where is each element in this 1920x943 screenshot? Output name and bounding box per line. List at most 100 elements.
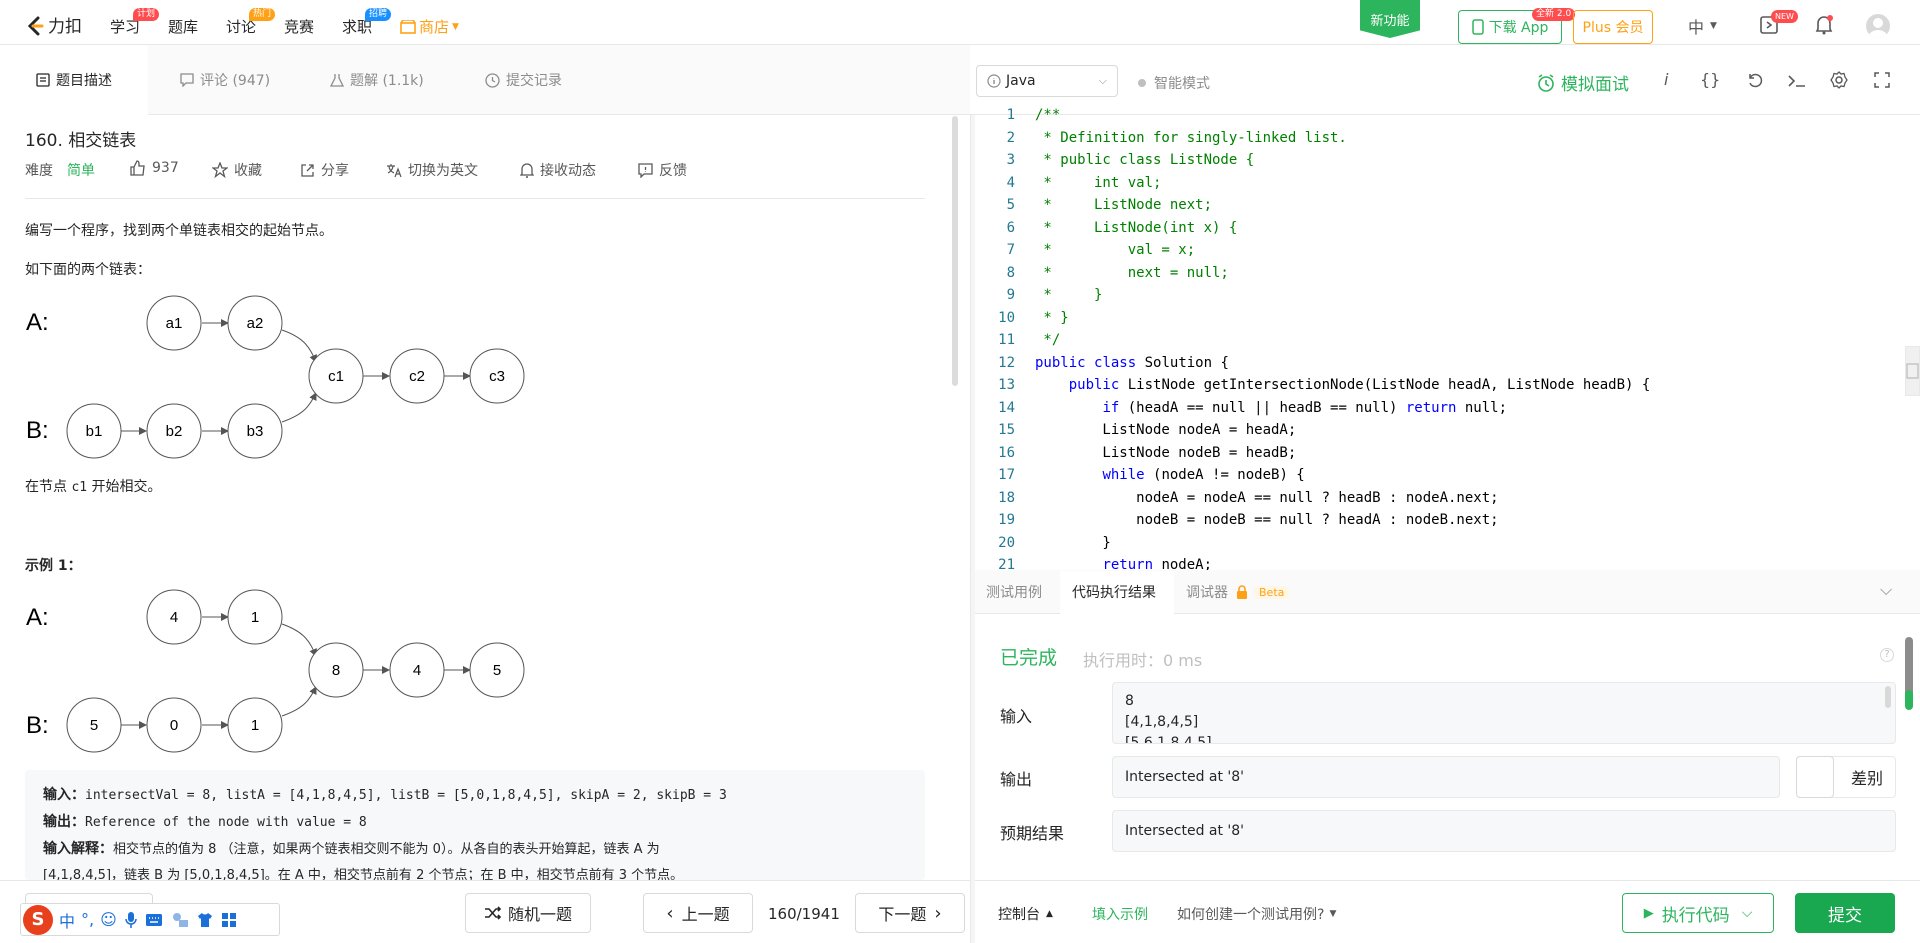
input-scrollbar[interactable] bbox=[1885, 686, 1891, 708]
node-c1: c1 bbox=[308, 348, 364, 404]
collapse-chevron-icon[interactable]: ⌵ bbox=[1880, 580, 1892, 600]
code-line[interactable]: ListNode nodeB = headB; bbox=[1035, 445, 1296, 461]
code-line[interactable]: * public class ListNode { bbox=[1035, 152, 1254, 168]
code-line[interactable]: /** bbox=[1035, 107, 1060, 123]
brand-name: 力扣 bbox=[48, 17, 82, 37]
tab-testcase[interactable]: 测试用例 bbox=[986, 582, 1042, 602]
code-line[interactable]: public class Solution { bbox=[1035, 355, 1229, 371]
code-line[interactable]: while (nodeA != nodeB) { bbox=[1035, 467, 1304, 483]
example-explain-1: 相交节点的值为 8 （注意，如果两个链表相交则不能为 0）。从各自的表头开始算起… bbox=[113, 842, 660, 857]
input-label: 输入 bbox=[1000, 707, 1033, 726]
diff-switch-knob[interactable] bbox=[1796, 756, 1834, 798]
help-question-icon[interactable]: ? bbox=[1880, 648, 1894, 662]
nav-link-problems[interactable]: 题库 bbox=[168, 16, 198, 37]
console-toggle[interactable]: 控制台 ▲ bbox=[998, 904, 1053, 924]
skin-shirt-icon[interactable] bbox=[197, 912, 213, 928]
random-problem-button[interactable]: 随机一题 bbox=[465, 893, 591, 933]
code-line[interactable]: nodeA = nodeA == null ? headB : nodeA.ne… bbox=[1035, 490, 1498, 506]
how-to-create-testcase[interactable]: 如何创建一个测试用例? ▼ bbox=[1177, 904, 1336, 924]
handwriting-icon[interactable] bbox=[171, 912, 189, 928]
feedback-button[interactable]: 反馈 bbox=[638, 160, 687, 180]
plus-member-button[interactable]: Plus 会员 bbox=[1573, 10, 1653, 44]
code-line[interactable]: * ListNode(int x) { bbox=[1035, 220, 1237, 236]
mock-interview-button[interactable]: 模拟面试 bbox=[1537, 70, 1629, 95]
nav-link-contest[interactable]: 竞赛 bbox=[284, 16, 314, 37]
linked-list-diagram-2: A: B: 4 1 5 0 1 8 4 5 bbox=[26, 589, 525, 753]
toolbox-grid-icon[interactable] bbox=[221, 912, 237, 928]
code-line[interactable]: * val = x; bbox=[1035, 242, 1195, 258]
brand-logo[interactable]: 力扣 bbox=[24, 12, 82, 37]
code-line[interactable]: * int val; bbox=[1035, 175, 1161, 191]
sogou-logo-icon[interactable]: S bbox=[23, 904, 53, 935]
braces-format-icon[interactable]: {} bbox=[1700, 70, 1720, 89]
line-number: 11 bbox=[998, 332, 1015, 348]
mock-interview-label: 模拟面试 bbox=[1561, 75, 1629, 95]
language-select[interactable]: Java ⌵ bbox=[976, 65, 1118, 97]
reset-undo-icon[interactable] bbox=[1746, 72, 1764, 88]
keyboard-icon[interactable] bbox=[145, 913, 163, 927]
tab-run-result[interactable]: 代码执行结果 bbox=[1072, 582, 1156, 602]
prev-problem-button[interactable]: ‹ 上一题 bbox=[643, 893, 753, 933]
switch-language-button[interactable]: 切换为英文 bbox=[386, 160, 478, 180]
tab-debugger[interactable]: 调试器 Beta bbox=[1186, 582, 1290, 602]
next-problem-button[interactable]: 下一题 › bbox=[855, 893, 965, 933]
code-line[interactable]: public ListNode getIntersectionNode(List… bbox=[1035, 377, 1651, 393]
code-line[interactable]: * Definition for singly-linked list. bbox=[1035, 130, 1346, 146]
tab-submissions[interactable]: 提交记录 bbox=[485, 45, 562, 115]
input-box[interactable]: 8 [4,1,8,4,5] [5,6,1,8,4,5] bbox=[1112, 682, 1896, 744]
code-line[interactable]: * next = null; bbox=[1035, 265, 1228, 281]
example-explain-2: [4,1,8,4,5]，链表 B 为 [5,0,1,8,4,5]。在 A 中，相… bbox=[43, 868, 684, 880]
info-i-icon[interactable]: i bbox=[1664, 70, 1668, 89]
code-line[interactable]: * } bbox=[1035, 310, 1068, 326]
code-line[interactable]: */ bbox=[1035, 332, 1060, 348]
smart-mode-toggle[interactable]: 智能模式 bbox=[1138, 73, 1210, 93]
share-button[interactable]: 分享 bbox=[300, 160, 349, 180]
punctuation-icon[interactable]: °, bbox=[81, 910, 94, 929]
svg-text:5: 5 bbox=[90, 717, 98, 734]
svg-text:c3: c3 bbox=[489, 368, 505, 385]
fullscreen-icon[interactable] bbox=[1874, 72, 1890, 88]
new-badge: NEW bbox=[1771, 10, 1798, 23]
emoji-icon[interactable]: ☺ bbox=[100, 910, 117, 929]
code-line[interactable]: if (headA == null || headB == null) retu… bbox=[1035, 400, 1507, 416]
tab-solutions[interactable]: 题解 (1.1k) bbox=[330, 45, 424, 115]
problem-statement: 编写一个程序，找到两个单链表相交的起始节点。 bbox=[25, 223, 333, 239]
svg-text:8: 8 bbox=[332, 662, 340, 679]
lock-icon bbox=[1237, 585, 1247, 599]
submit-button[interactable]: 提交 bbox=[1795, 893, 1895, 933]
description-scrollbar[interactable] bbox=[952, 116, 958, 386]
code-editor[interactable]: 1 /** 2 * Definition for singly-linked lis… bbox=[975, 105, 1905, 570]
bell-icon[interactable] bbox=[1815, 15, 1833, 39]
ime-chinese-mode[interactable]: 中 bbox=[59, 908, 75, 932]
code-line[interactable]: * } bbox=[1035, 287, 1102, 303]
tab-comments[interactable]: 评论 (947) bbox=[180, 45, 270, 115]
example-explain-label: 输入解释： bbox=[43, 841, 113, 857]
nav-store[interactable]: 商店 ▼ bbox=[400, 16, 459, 37]
collect-button[interactable]: 收藏 bbox=[212, 160, 262, 180]
like-button[interactable]: 937 bbox=[130, 160, 179, 176]
code-line[interactable]: * ListNode next; bbox=[1035, 197, 1212, 213]
tab-description[interactable]: 题目描述 bbox=[0, 45, 148, 115]
language-switch[interactable]: 中 ▼ bbox=[1688, 14, 1717, 38]
code-line[interactable]: return nodeA; bbox=[1035, 557, 1212, 570]
line-number: 13 bbox=[998, 377, 1015, 393]
line-number: 4 bbox=[1006, 174, 1015, 191]
code-line[interactable]: nodeB = nodeB == null ? headA : nodeB.ne… bbox=[1035, 512, 1498, 528]
svg-text:0: 0 bbox=[170, 717, 178, 734]
side-panel-toggle[interactable] bbox=[1905, 346, 1920, 396]
subscribe-button[interactable]: 接收动态 bbox=[520, 160, 596, 180]
settings-gear-icon[interactable] bbox=[1830, 71, 1848, 89]
microphone-icon[interactable] bbox=[125, 911, 137, 929]
node-b1: b1 bbox=[66, 403, 122, 459]
code-line[interactable]: ListNode nodeA = headA; bbox=[1035, 422, 1296, 438]
avatar[interactable] bbox=[1866, 14, 1890, 38]
code-line[interactable]: } bbox=[1035, 535, 1110, 551]
fill-example-link[interactable]: 填入示例 bbox=[1092, 904, 1148, 924]
node-b2: b2 bbox=[146, 403, 202, 459]
feedback-label: 反馈 bbox=[659, 163, 687, 179]
new-feature-ribbon[interactable]: 新功能 bbox=[1360, 0, 1420, 38]
line-number: 12 bbox=[998, 354, 1015, 371]
terminal-icon[interactable] bbox=[1788, 74, 1806, 88]
node-a1: a1 bbox=[146, 295, 202, 351]
run-code-button[interactable]: ▶ 执行代码 ⌵ bbox=[1622, 893, 1774, 933]
